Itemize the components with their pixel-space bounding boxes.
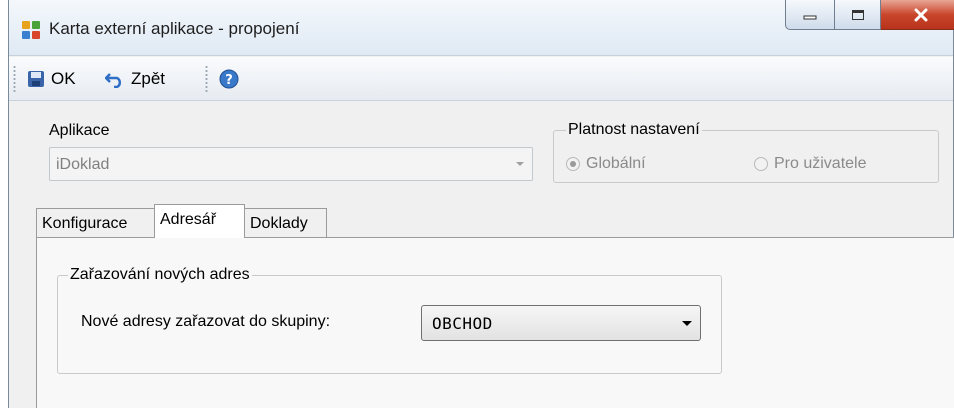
radio-global-circle xyxy=(566,157,580,171)
back-button[interactable]: Zpět xyxy=(105,64,165,94)
svg-text:?: ? xyxy=(225,73,233,88)
tab-adresar[interactable]: Adresář xyxy=(154,204,245,238)
radio-per-user-circle xyxy=(754,157,768,171)
radio-global-label: Globální xyxy=(586,155,646,172)
close-button[interactable] xyxy=(881,0,954,30)
group-select[interactable]: OBCHOD xyxy=(421,305,701,341)
radio-global[interactable]: Globální xyxy=(566,155,646,173)
toolbar: OK Zpět ? xyxy=(9,57,953,101)
toolbar-grip[interactable] xyxy=(13,65,16,93)
help-icon: ? xyxy=(219,69,239,89)
undo-arrow-icon xyxy=(105,73,122,88)
maximize-icon xyxy=(851,9,864,20)
save-disk-icon xyxy=(28,71,44,87)
app-select-value: iDoklad xyxy=(56,156,110,173)
tab-adresar-label: Adresář xyxy=(160,211,217,228)
toolbar-separator xyxy=(205,65,208,93)
radio-per-user-label: Pro uživatele xyxy=(774,155,867,172)
window-controls xyxy=(785,0,954,32)
new-address-legend: Zařazování nových adres xyxy=(68,266,252,284)
tab-konfigurace[interactable]: Konfigurace xyxy=(36,208,155,238)
back-label: Zpět xyxy=(131,69,166,88)
window-title: Karta externí aplikace - propojení xyxy=(49,19,300,38)
radio-per-user[interactable]: Pro uživatele xyxy=(754,155,867,173)
close-icon xyxy=(914,8,927,21)
chevron-down-icon xyxy=(516,162,524,166)
group-select-value: OBCHOD xyxy=(432,314,493,333)
ok-label: OK xyxy=(51,69,76,88)
tab-konfigurace-label: Konfigurace xyxy=(42,215,128,232)
tab-doklady-label: Doklady xyxy=(250,215,308,232)
radio-selected-dot xyxy=(570,161,576,167)
ok-button[interactable]: OK xyxy=(27,64,76,94)
chevron-down-icon xyxy=(682,321,692,326)
maximize-button[interactable] xyxy=(835,0,881,30)
app-label: Aplikace xyxy=(49,122,110,139)
title-bar[interactable]: Karta externí aplikace - propojení xyxy=(9,0,954,56)
minimize-icon xyxy=(803,15,817,19)
help-button[interactable]: ? xyxy=(219,64,239,94)
scope-legend: Platnost nastavení xyxy=(566,121,702,139)
app-select[interactable]: iDoklad xyxy=(49,147,533,181)
tab-doklady[interactable]: Doklady xyxy=(244,208,327,238)
dialog-window: Karta externí aplikace - propojení OK Zp… xyxy=(8,0,954,408)
minimize-button[interactable] xyxy=(785,0,835,30)
app-puzzle-icon xyxy=(22,21,40,39)
group-field-label: Nové adresy zařazovat do skupiny: xyxy=(81,313,331,330)
